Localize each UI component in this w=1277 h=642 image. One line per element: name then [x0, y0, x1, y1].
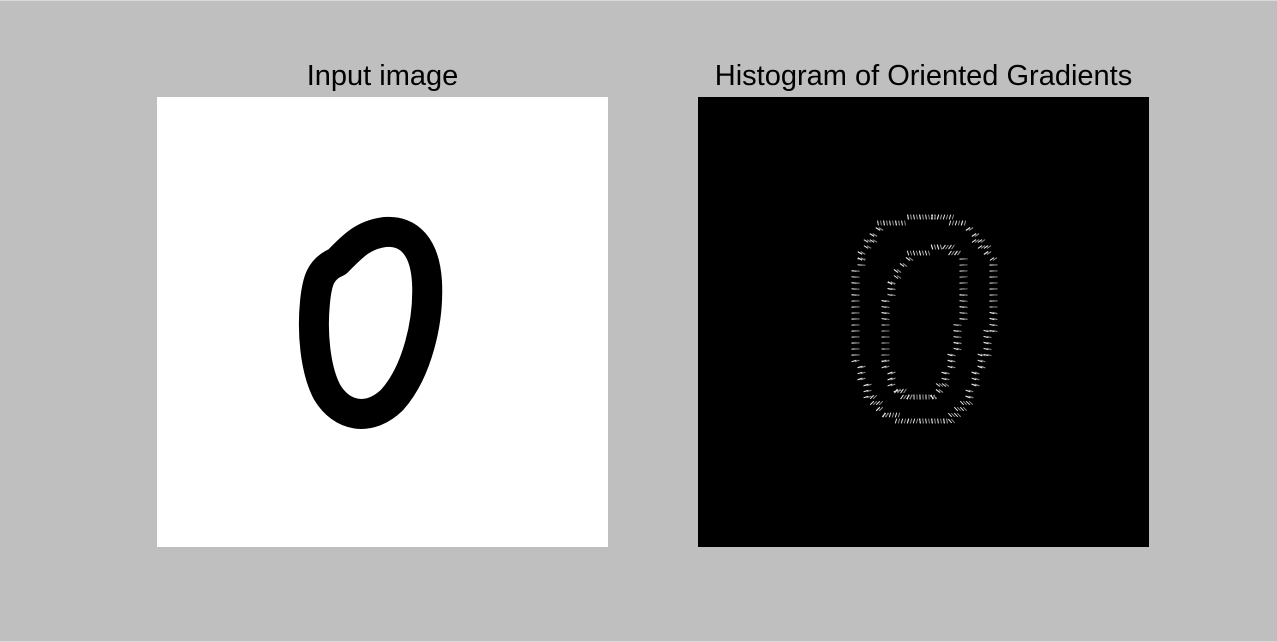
hog-gradient-mark [933, 244, 937, 250]
figure-window: Input image Histogram of Oriented Gradie… [0, 0, 1277, 642]
hog-gradient-mark [909, 418, 913, 424]
hog-gradient-marks [851, 214, 998, 424]
hog-gradient-mark [945, 214, 949, 220]
hog-gradient-mark [904, 220, 906, 226]
hog-gradient-mark [906, 418, 910, 424]
input-image-title: Input image [306, 60, 459, 92]
hog-gradient-mark [957, 250, 961, 256]
hog-gradient-mark [916, 214, 918, 220]
hog-gradient-mark [947, 418, 953, 424]
hog-gradient-mark [919, 214, 921, 220]
hog-gradient-mark [963, 220, 967, 226]
hog-gradient-mark [930, 244, 934, 250]
hog-gradient-mark [948, 250, 952, 256]
hog-gradient-mark [854, 276, 860, 278]
handwritten-zero-image [298, 216, 443, 429]
hog-gradient-mark [903, 394, 907, 400]
hog-gradient-mark [948, 214, 952, 220]
hog-gradient-mark [892, 220, 894, 226]
hog-gradient-mark [910, 214, 912, 220]
hog-gradient-mark [936, 214, 940, 220]
hog-gradient-mark [951, 214, 955, 220]
hog-gradient-mark [942, 244, 946, 250]
hog-gradient-mark [940, 418, 942, 424]
hog-gradient-mark [901, 220, 903, 226]
hog-gradient-mark [948, 244, 952, 250]
hog-gradient-mark [897, 418, 901, 424]
hog-gradient-mark [907, 214, 909, 220]
hog-gradient-mark [928, 214, 930, 220]
hog-title: Histogram of Oriented Gradients [714, 60, 1133, 92]
digit-zero-stroke [298, 216, 443, 429]
hog-gradient-mark [889, 220, 891, 226]
hog-gradient-mark [883, 220, 885, 226]
hog-gradient-mark [906, 250, 910, 256]
hog-gradient-mark [954, 220, 958, 226]
hog-gradient-mark [912, 250, 916, 256]
hog-gradient-mark [880, 220, 882, 226]
hog-gradient-mark [925, 214, 927, 220]
hog-gradient-mark [898, 220, 900, 226]
hog-gradient-mark [918, 250, 922, 256]
hog-gradient-mark [888, 412, 892, 418]
hog-gradient-mark [900, 418, 904, 424]
hog-visualization [851, 214, 998, 424]
hog-gradient-mark [854, 288, 860, 290]
hog-gradient-mark [924, 250, 928, 256]
hog-gradient-mark [927, 250, 931, 256]
hog-gradient-mark [919, 418, 921, 424]
hog-gradient-mark [921, 250, 925, 256]
hog-gradient-mark [950, 418, 956, 424]
hog-gradient-mark [951, 244, 955, 250]
hog-axes [698, 97, 1149, 547]
hog-gradient-mark [960, 220, 964, 226]
hog-gradient-mark [948, 220, 952, 226]
hog-gradient-mark [943, 418, 945, 424]
hog-gradient-mark [946, 418, 948, 424]
hog-gradient-mark [945, 244, 949, 250]
hog-gradient-mark [942, 214, 946, 220]
hog-gradient-mark [957, 220, 961, 226]
hog-gradient-mark [891, 412, 895, 418]
hog-gradient-mark [912, 418, 916, 424]
hog-gradient-mark [934, 418, 936, 424]
hog-gradient-mark [931, 418, 933, 424]
hog-gradient-mark [854, 282, 860, 284]
hog-gradient-mark [900, 394, 904, 400]
hog-gradient-mark [854, 294, 860, 296]
hog-gradient-mark [894, 418, 898, 424]
hog-gradient-mark [903, 388, 907, 394]
hog-gradient-mark [909, 250, 913, 256]
hog-gradient-mark [897, 412, 901, 418]
hog-gradient-mark [922, 214, 924, 220]
hog-gradient-mark [951, 220, 955, 226]
hog-gradient-mark [939, 244, 943, 250]
hog-gradient-mark [939, 214, 943, 220]
hog-gradient-mark [913, 214, 915, 220]
hog-gradient-mark [854, 270, 860, 272]
hog-gradient-mark [922, 418, 924, 424]
hog-gradient-mark [900, 388, 904, 394]
hog-gradient-mark [954, 250, 958, 256]
input-image-axes [157, 97, 608, 547]
hog-gradient-mark [915, 418, 919, 424]
hog-gradient-mark [915, 250, 919, 256]
hog-gradient-mark [877, 220, 879, 226]
hog-gradient-mark [936, 244, 940, 250]
hog-gradient-mark [937, 418, 939, 424]
hog-gradient-mark [903, 418, 907, 424]
hog-gradient-mark [886, 220, 888, 226]
hog-gradient-mark [951, 250, 955, 256]
hog-gradient-mark [925, 418, 927, 424]
hog-gradient-mark [894, 412, 898, 418]
hog-gradient-mark [928, 418, 930, 424]
hog-gradient-mark [895, 220, 897, 226]
hog-gradient-mark [860, 264, 866, 266]
